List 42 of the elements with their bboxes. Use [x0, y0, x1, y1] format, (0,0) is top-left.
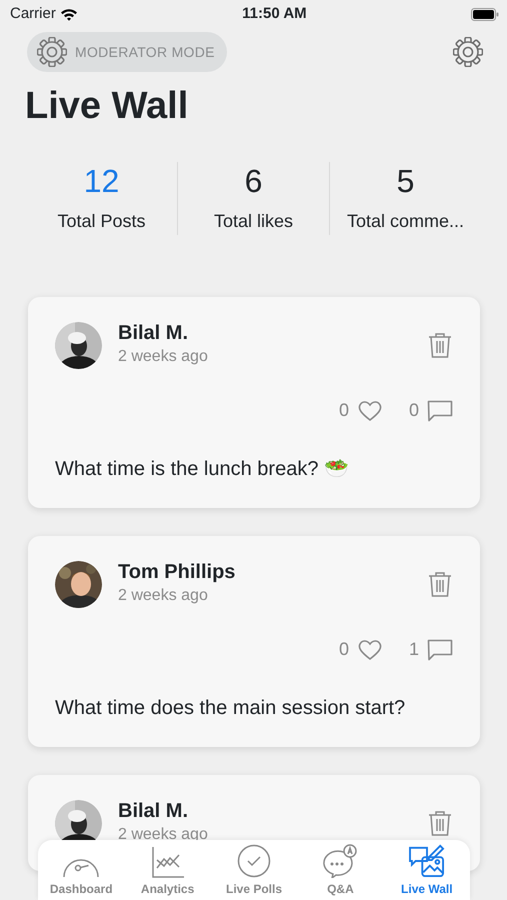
checkmark-circle-icon — [237, 844, 272, 878]
post-text: What time is the lunch break? 🥗 — [55, 457, 350, 482]
stat-label: Total comme... — [346, 210, 466, 234]
trash-icon[interactable] — [427, 570, 453, 598]
chat-bubble-icon — [321, 844, 360, 878]
carrier-label: Carrier — [10, 4, 56, 24]
stat-value: 6 — [244, 162, 264, 200]
stat-label: Total Posts — [56, 210, 147, 234]
author-name: Bilal M. — [118, 321, 190, 346]
wifi-icon — [60, 8, 78, 20]
moderator-mode-button[interactable]: MODERATOR MODE — [27, 32, 227, 72]
trash-icon[interactable] — [427, 810, 453, 837]
post-time: 2 weeks ago — [118, 586, 209, 606]
battery-icon — [470, 8, 499, 20]
comment-count: 1 — [408, 638, 419, 662]
gear-icon — [37, 37, 67, 67]
tab-button[interactable]: Q&A — [297, 840, 384, 900]
gauge-icon — [63, 859, 100, 878]
stat-value: 12 — [82, 162, 120, 200]
stat-label: Total likes — [212, 210, 294, 234]
photo-edit-icon — [406, 844, 447, 878]
comment-icon[interactable] — [427, 638, 453, 661]
settings-icon[interactable] — [453, 37, 483, 67]
tab-button[interactable]: Live Wall — [384, 840, 470, 900]
tab-button[interactable]: Analytics — [124, 840, 211, 900]
tab-button[interactable]: Live Polls — [210, 840, 298, 900]
comment-icon[interactable] — [427, 400, 453, 422]
chart-icon — [150, 846, 185, 878]
post-text: What time does the main session start? — [55, 696, 406, 722]
heart-icon[interactable] — [356, 638, 383, 662]
comment-count: 0 — [408, 399, 419, 422]
post-time: 2 weeks ago — [118, 347, 209, 368]
page-title: Live Wall — [25, 86, 190, 128]
clock-time: 11:50 AM — [242, 4, 307, 24]
tab-button[interactable]: Dashboard — [38, 840, 124, 900]
author-name: Tom Phillips — [118, 560, 236, 584]
like-count: 0 — [338, 638, 349, 662]
heart-icon[interactable] — [356, 399, 383, 422]
stat-value: 5 — [396, 162, 416, 200]
like-count: 0 — [338, 399, 349, 422]
trash-icon[interactable] — [427, 332, 453, 359]
author-name: Bilal M. — [118, 799, 190, 824]
